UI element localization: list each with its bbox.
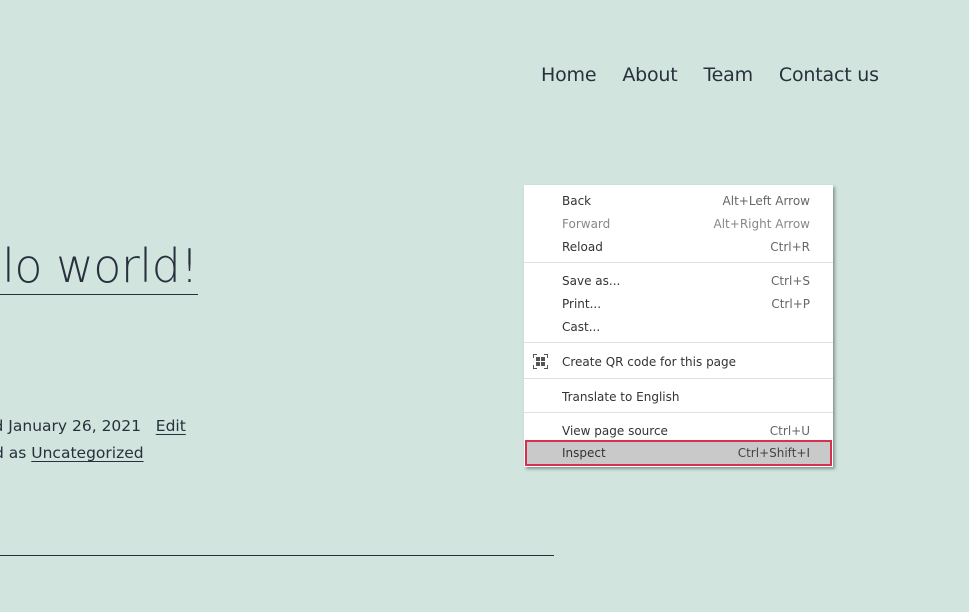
menu-item-shortcut: Alt+Right Arrow <box>713 216 810 231</box>
menu-item-label: Inspect <box>562 446 606 460</box>
nav-team[interactable]: Team <box>704 64 754 86</box>
menu-item-cast[interactable]: Cast... <box>524 315 833 338</box>
menu-item-shortcut: Ctrl+P <box>771 296 810 311</box>
nav-contact-us[interactable]: Contact us <box>779 64 879 86</box>
menu-item-inspect[interactable]: Inspect Ctrl+Shift+I <box>525 440 832 466</box>
post-category-line: ized as Uncategorized <box>0 444 144 462</box>
menu-item-label: Cast... <box>562 319 601 334</box>
nav-about[interactable]: About <box>622 64 677 86</box>
separator-line <box>0 555 554 556</box>
post-date-line: ed January 26, 2021 Edit <box>0 417 186 435</box>
menu-item-create-qr-code[interactable]: Create QR code for this page <box>524 350 833 373</box>
menu-item-save-as[interactable]: Save as... Ctrl+S <box>524 269 833 292</box>
edit-link[interactable]: Edit <box>156 417 186 435</box>
nav-home[interactable]: Home <box>541 64 597 86</box>
qr-code-icon <box>533 354 548 369</box>
menu-item-label: Forward <box>562 216 611 231</box>
menu-item-reload[interactable]: Reload Ctrl+R <box>524 235 833 258</box>
menu-item-shortcut: Ctrl+R <box>770 239 810 254</box>
primary-navigation: Home About Team Contact us <box>541 64 879 86</box>
menu-item-label: Save as... <box>562 273 621 288</box>
context-menu: Back Alt+Left Arrow Forward Alt+Right Ar… <box>524 185 833 467</box>
menu-item-label: Translate to English <box>562 389 680 404</box>
published-date: ed January 26, 2021 <box>0 417 142 435</box>
menu-item-forward[interactable]: Forward Alt+Right Arrow <box>524 212 833 235</box>
menu-separator <box>524 262 833 263</box>
menu-item-back[interactable]: Back Alt+Left Arrow <box>524 189 833 212</box>
menu-item-view-page-source[interactable]: View page source Ctrl+U <box>524 419 833 442</box>
menu-separator <box>524 412 833 413</box>
post-title[interactable]: ello world! <box>0 240 199 295</box>
menu-item-label: Back <box>562 193 592 208</box>
menu-item-translate[interactable]: Translate to English <box>524 385 833 408</box>
menu-item-shortcut: Ctrl+Shift+I <box>737 446 810 460</box>
menu-item-print[interactable]: Print... Ctrl+P <box>524 292 833 315</box>
menu-separator <box>524 378 833 379</box>
menu-item-shortcut: Ctrl+S <box>770 273 810 288</box>
menu-item-shortcut: Ctrl+U <box>769 423 810 438</box>
category-prefix: ized as <box>0 444 27 462</box>
menu-separator <box>524 342 833 343</box>
menu-item-shortcut: Alt+Left Arrow <box>722 193 810 208</box>
menu-item-label: Print... <box>562 296 602 311</box>
menu-item-label: Create QR code for this page <box>562 354 737 369</box>
menu-item-label: View page source <box>562 423 668 438</box>
menu-item-label: Reload <box>562 239 603 254</box>
category-link[interactable]: Uncategorized <box>31 444 143 462</box>
